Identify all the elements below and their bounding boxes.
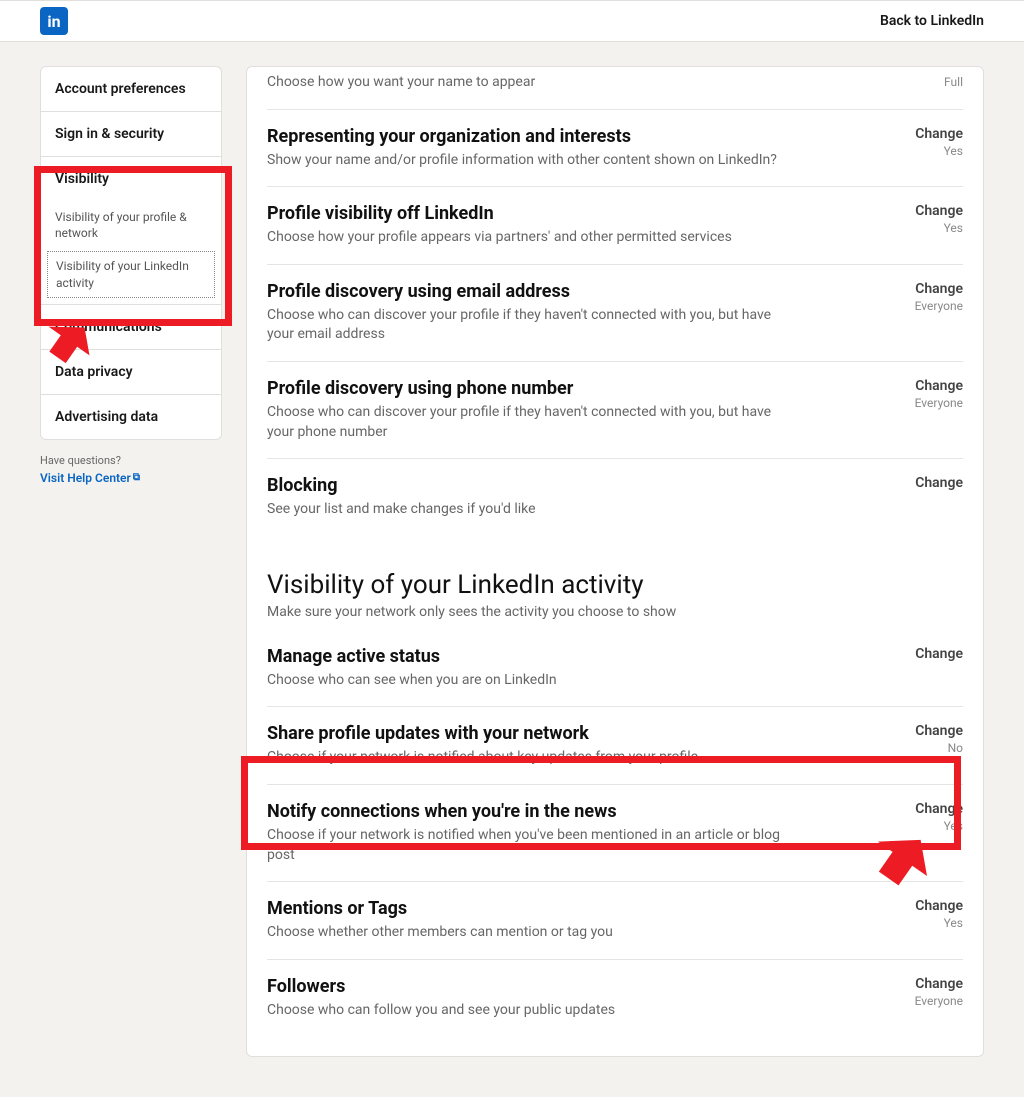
setting-title: Profile visibility off LinkedIn (267, 203, 787, 224)
setting-desc: Choose who can discover your profile if … (267, 403, 787, 442)
setting-desc: Choose how you want your name to appear (267, 73, 787, 93)
setting-desc: Choose whether other members can mention… (267, 923, 787, 943)
setting-desc: Show your name and/or profile informatio… (267, 151, 787, 171)
external-link-icon: ⧉ (133, 472, 140, 483)
change-link[interactable]: Change (893, 646, 963, 662)
setting-desc: Choose if your network is notified when … (267, 826, 787, 865)
back-to-linkedin-link[interactable]: Back to LinkedIn (880, 13, 984, 29)
change-link[interactable]: Change (893, 203, 963, 219)
setting-value: Yes (893, 221, 963, 235)
section-title: Visibility of your LinkedIn activity (267, 570, 963, 600)
page-body: Account preferences Sign in & security V… (0, 42, 1024, 1097)
setting-row[interactable]: Choose how you want your name to appear … (267, 67, 963, 110)
change-link[interactable]: Change (893, 898, 963, 914)
sidebar-item-visibility[interactable]: Visibility (41, 157, 221, 201)
sidebar-card: Account preferences Sign in & security V… (40, 66, 222, 440)
setting-title: Notify connections when you're in the ne… (267, 801, 787, 822)
setting-desc: See your list and make changes if you'd … (267, 500, 787, 520)
help-question-label: Have questions? (40, 454, 222, 467)
sidebar-item-account-preferences[interactable]: Account preferences (41, 67, 221, 112)
section-header-activity: Visibility of your LinkedIn activity Mak… (267, 536, 963, 630)
change-link[interactable]: Change (893, 126, 963, 142)
setting-row[interactable]: Profile visibility off LinkedIn Choose h… (267, 187, 963, 265)
topbar: in Back to LinkedIn (0, 0, 1024, 42)
setting-row[interactable]: Blocking See your list and make changes … (267, 459, 963, 536)
setting-desc: Choose who can discover your profile if … (267, 306, 787, 345)
change-link[interactable]: Change (893, 378, 963, 394)
setting-value: Everyone (893, 396, 963, 410)
setting-row[interactable]: Share profile updates with your network … (267, 707, 963, 785)
main-content: Choose how you want your name to appear … (246, 66, 984, 1057)
setting-row[interactable]: Profile discovery using email address Ch… (267, 265, 963, 362)
setting-value: Full (893, 75, 963, 89)
sidebar-sub-visibility-profile[interactable]: Visibility of your profile & network (41, 201, 221, 249)
sidebar-item-signin-security[interactable]: Sign in & security (41, 112, 221, 157)
setting-title: Followers (267, 976, 787, 997)
setting-desc: Choose who can follow you and see your p… (267, 1001, 787, 1021)
setting-title: Representing your organization and inter… (267, 126, 787, 147)
setting-value: Yes (893, 819, 963, 833)
setting-row-notify-news[interactable]: Notify connections when you're in the ne… (267, 785, 963, 882)
setting-value: Yes (893, 144, 963, 158)
setting-row[interactable]: Followers Choose who can follow you and … (267, 960, 963, 1037)
change-link[interactable]: Change (893, 281, 963, 297)
change-link[interactable]: Change (893, 475, 963, 491)
setting-title: Profile discovery using phone number (267, 378, 787, 399)
setting-value: Everyone (893, 299, 963, 313)
setting-value: Yes (893, 916, 963, 930)
sidebar-item-data-privacy[interactable]: Data privacy (41, 350, 221, 395)
setting-row[interactable]: Manage active status Choose who can see … (267, 630, 963, 708)
section-subtitle: Make sure your network only sees the act… (267, 604, 963, 620)
setting-title: Mentions or Tags (267, 898, 787, 919)
setting-desc: Choose how your profile appears via part… (267, 228, 787, 248)
visit-help-center-link[interactable]: Visit Help Center ⧉ (40, 471, 140, 485)
change-link[interactable]: Change (893, 801, 963, 817)
setting-row[interactable]: Representing your organization and inter… (267, 110, 963, 188)
setting-desc: Choose if your network is notified about… (267, 748, 787, 768)
change-link[interactable]: Change (893, 723, 963, 739)
setting-row[interactable]: Mentions or Tags Choose whether other me… (267, 882, 963, 960)
setting-title: Blocking (267, 475, 787, 496)
sidebar: Account preferences Sign in & security V… (40, 66, 222, 486)
change-link[interactable]: Change (893, 976, 963, 992)
setting-desc: Choose who can see when you are on Linke… (267, 671, 787, 691)
sidebar-sub-visibility-activity[interactable]: Visibility of your LinkedIn activity (47, 251, 215, 297)
setting-value: No (893, 741, 963, 755)
setting-value: Everyone (893, 994, 963, 1008)
sidebar-item-advertising-data[interactable]: Advertising data (41, 395, 221, 439)
setting-title: Profile discovery using email address (267, 281, 787, 302)
sidebar-item-communications[interactable]: Communications (41, 304, 221, 350)
setting-title: Share profile updates with your network (267, 723, 787, 744)
help-center-link-text: Visit Help Center (40, 471, 131, 485)
setting-row[interactable]: Profile discovery using phone number Cho… (267, 362, 963, 459)
setting-title: Manage active status (267, 646, 787, 667)
linkedin-logo-icon[interactable]: in (40, 7, 68, 35)
